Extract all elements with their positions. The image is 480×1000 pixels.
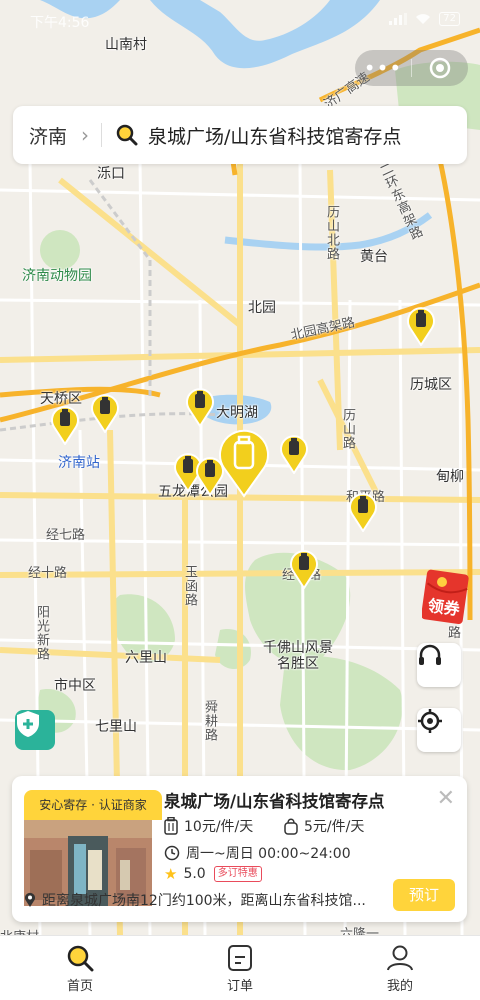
hours-row: 周一~周日 00:00~24:00 xyxy=(164,843,351,863)
status-icons: 72 xyxy=(389,12,460,26)
map-label: 济南站 xyxy=(58,455,100,471)
map-label: 济南动物园 xyxy=(22,268,92,284)
opening-hours: 周一~周日 00:00~24:00 xyxy=(186,846,351,862)
map-label: 六隆一... xyxy=(340,927,392,935)
storage-title: 泉城广场/山东省科技馆寄存点 xyxy=(164,792,385,811)
map-label: 北园 xyxy=(248,300,276,316)
map-label: 七里山 xyxy=(95,719,137,735)
locate-icon xyxy=(418,709,442,733)
search-icon xyxy=(67,945,94,972)
close-miniprogram-button[interactable] xyxy=(412,57,468,79)
rating-value: 5.0 xyxy=(183,866,206,882)
map-label: 大明湖 xyxy=(216,405,258,421)
map-label: 历山北路 xyxy=(324,205,339,261)
price-small: 5元/件/天 xyxy=(304,819,365,835)
map-label: 经十路 xyxy=(28,566,68,581)
map-label: 市中区 xyxy=(54,678,96,694)
map-label: 阳光新路 xyxy=(34,605,49,661)
coupon-button[interactable]: 领券 xyxy=(422,568,470,624)
signal-icon xyxy=(389,13,408,25)
target-icon xyxy=(429,57,451,79)
order-icon xyxy=(228,945,252,971)
clock-icon xyxy=(164,845,180,861)
map-label: 经七路 xyxy=(46,528,86,543)
tab-profile[interactable]: 我的 xyxy=(320,936,480,1000)
storage-pin[interactable] xyxy=(290,549,318,589)
search-bar[interactable]: 济南 › 泉城广场/山东省科技馆寄存点 xyxy=(13,106,467,164)
selected-storage-pin[interactable] xyxy=(218,428,270,498)
miniprogram-capsule[interactable]: ••• xyxy=(355,50,468,86)
search-divider xyxy=(101,123,103,147)
headset-icon xyxy=(419,644,441,665)
shield-icon xyxy=(17,711,39,737)
map-label: 黄台 xyxy=(360,249,388,265)
storage-pin[interactable] xyxy=(407,306,435,346)
wifi-icon xyxy=(416,14,431,24)
price-large: 10元/件/天 xyxy=(184,819,254,835)
battery-icon: 72 xyxy=(439,12,460,26)
map-label: 玉函路 xyxy=(182,565,197,607)
status-time: 下午4:56 xyxy=(30,15,90,31)
locate-button[interactable] xyxy=(417,708,461,752)
certified-badge: 安心寄存 · 认证商家 xyxy=(24,790,162,820)
safety-shield-button[interactable] xyxy=(15,710,55,750)
map-label: 泺口 xyxy=(97,166,125,182)
tab-profile-label: 我的 xyxy=(386,979,413,994)
profile-icon xyxy=(387,945,413,971)
tab-home[interactable]: 首页 xyxy=(0,936,160,1000)
distance-text: 距离泉城广场南12门约100米，距离山东省科技馆... xyxy=(42,893,366,909)
tab-orders-label: 订单 xyxy=(226,979,253,994)
map-label: 北康村 xyxy=(0,926,39,935)
price-large-row: 10元/件/天 xyxy=(164,816,253,836)
city-selector[interactable]: 济南 xyxy=(29,122,67,149)
distance-row: 距离泉城广场南12门约100米，距离山东省科技馆... xyxy=(24,890,374,910)
rating-row: ★ 5.0 多订特惠 xyxy=(164,865,262,883)
discount-badge: 多订特惠 xyxy=(213,866,262,882)
more-menu-button[interactable]: ••• xyxy=(355,58,411,78)
map-label: 舜耕路 xyxy=(202,700,217,742)
tab-home-label: 首页 xyxy=(66,979,93,994)
map-label: 路 xyxy=(448,626,462,641)
search-input[interactable]: 泉城广场/山东省科技馆寄存点 xyxy=(148,122,401,149)
status-bar: 下午4:56 72 xyxy=(0,0,480,40)
search-icon xyxy=(116,124,138,146)
coupon-label: 领券 xyxy=(426,595,461,620)
storage-pin[interactable] xyxy=(280,434,308,474)
map-label: 千佛山风景名胜区 xyxy=(263,640,333,672)
storage-pin[interactable] xyxy=(91,393,119,433)
close-icon[interactable]: ✕ xyxy=(437,786,455,811)
bag-icon xyxy=(284,818,298,835)
bottom-tab-bar: 首页 订单 我的 xyxy=(0,935,480,1000)
location-pin-icon xyxy=(25,892,35,907)
tab-orders[interactable]: 订单 xyxy=(160,936,320,1000)
book-button[interactable]: 预订 xyxy=(393,879,455,911)
map-label: 历城区 xyxy=(410,377,452,393)
chevron-right-icon[interactable]: › xyxy=(81,123,89,147)
map-label: 六里山 xyxy=(125,650,167,666)
map-label: 历山路 xyxy=(340,408,355,450)
map-label: 甸柳 xyxy=(436,469,464,485)
star-icon: ★ xyxy=(164,865,178,883)
suitcase-icon xyxy=(164,817,178,835)
storage-pin[interactable] xyxy=(51,405,79,445)
price-small-row: 5元/件/天 xyxy=(284,816,364,836)
customer-service-button[interactable] xyxy=(417,643,461,687)
storage-pin[interactable] xyxy=(349,492,377,532)
storage-pin[interactable] xyxy=(186,387,214,427)
storage-info-card[interactable]: 安心寄存 · 认证商家 泉城广场/山东省科技馆寄存点 ✕ 10元/件/天 5元/… xyxy=(12,776,467,922)
